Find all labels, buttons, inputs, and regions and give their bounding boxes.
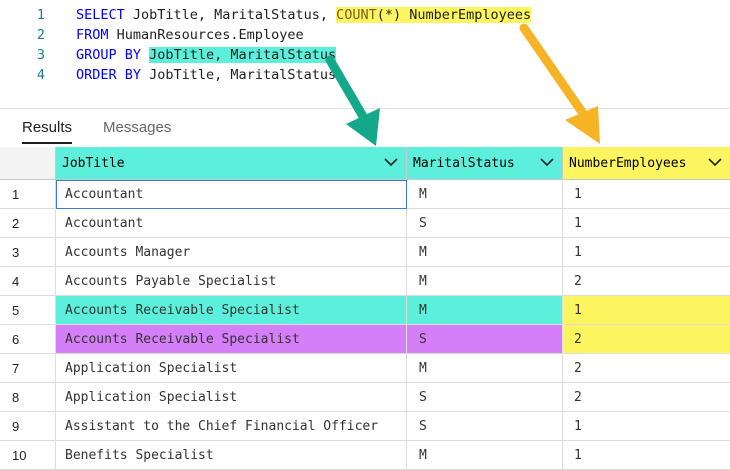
numberemployees-cell[interactable]: 2: [563, 354, 730, 383]
code-text: GROUP BY JobTitle, MaritalStatus: [76, 45, 337, 65]
row-number-cell: 10: [0, 441, 56, 470]
row-number-cell: 4: [0, 267, 56, 296]
code-token: JobTitle, MaritalStatus: [149, 47, 337, 63]
table-row[interactable]: 5 Accounts Receivable Specialist M 1: [0, 296, 730, 325]
maritalstatus-cell[interactable]: S: [407, 412, 563, 441]
jobtitle-cell[interactable]: Accounts Receivable Specialist: [56, 296, 407, 325]
jobtitle-cell[interactable]: Accountant: [56, 180, 407, 209]
code-token: (*) NumberEmployees: [376, 7, 532, 23]
table-row[interactable]: 2 Accountant S 1: [0, 209, 730, 238]
maritalstatus-cell[interactable]: S: [407, 383, 563, 412]
table-row[interactable]: 10 Benefits Specialist M 1: [0, 441, 730, 470]
numberemployees-cell[interactable]: 2: [563, 383, 730, 412]
row-number-cell: 5: [0, 296, 56, 325]
jobtitle-cell[interactable]: Application Specialist: [56, 354, 407, 383]
results-tabs: Results Messages: [0, 108, 730, 149]
code-text: SELECT JobTitle, MaritalStatus, COUNT(*)…: [76, 5, 532, 25]
jobtitle-cell[interactable]: Accounts Receivable Specialist: [56, 325, 407, 354]
jobtitle-cell[interactable]: Accountant: [56, 209, 407, 238]
row-number-cell: 8: [0, 383, 56, 412]
line-number: 1: [36, 7, 45, 23]
code-token: FROM: [76, 27, 117, 43]
table-row[interactable]: 9 Assistant to the Chief Financial Office…: [0, 412, 730, 441]
numberemployees-cell[interactable]: 1: [563, 412, 730, 441]
line-number: 4: [36, 67, 45, 83]
column-header-maritalstatus[interactable]: MaritalStatus: [407, 147, 563, 180]
column-header-label: NumberEmployees: [569, 156, 687, 171]
column-header-numberemployees[interactable]: NumberEmployees: [563, 147, 730, 180]
code-token: COUNT: [336, 7, 377, 23]
maritalstatus-cell[interactable]: M: [407, 441, 563, 470]
numberemployees-cell[interactable]: 1: [563, 209, 730, 238]
table-row[interactable]: 7 Application Specialist M 2: [0, 354, 730, 383]
row-number-cell: 1: [0, 180, 56, 209]
maritalstatus-cell[interactable]: M: [407, 296, 563, 325]
maritalstatus-cell[interactable]: M: [407, 267, 563, 296]
maritalstatus-cell[interactable]: M: [407, 180, 563, 209]
numberemployees-cell[interactable]: 1: [563, 238, 730, 267]
jobtitle-cell[interactable]: Accounts Payable Specialist: [56, 267, 407, 296]
code-text: FROM HumanResources.Employee: [76, 25, 304, 45]
numberemployees-cell[interactable]: 1: [563, 180, 730, 209]
code-token: JobTitle, MaritalStatus,: [132, 7, 337, 23]
code-token: ORDER BY: [76, 67, 150, 83]
column-header-label: MaritalStatus: [413, 156, 515, 171]
table-row[interactable]: 3 Accounts Manager M 1: [0, 238, 730, 267]
numberemployees-cell[interactable]: 1: [563, 441, 730, 470]
maritalstatus-cell[interactable]: S: [407, 209, 563, 238]
chevron-down-icon[interactable]: [540, 147, 554, 180]
maritalstatus-cell[interactable]: S: [407, 325, 563, 354]
row-number-cell: 6: [0, 325, 56, 354]
chevron-down-icon[interactable]: [384, 147, 398, 180]
row-number-cell: 7: [0, 354, 56, 383]
maritalstatus-cell[interactable]: M: [407, 354, 563, 383]
table-row[interactable]: 6 Accounts Receivable Specialist S 2: [0, 325, 730, 354]
code-token: SELECT: [76, 7, 133, 23]
code-token: JobTitle, MaritalStatus: [149, 67, 337, 83]
code-token: GROUP BY: [76, 47, 150, 63]
column-header-label: JobTitle: [62, 156, 125, 171]
table-row[interactable]: 8 Application Specialist S 2: [0, 383, 730, 412]
jobtitle-cell[interactable]: Application Specialist: [56, 383, 407, 412]
line-number: 3: [36, 47, 45, 63]
tab-results[interactable]: Results: [22, 119, 73, 144]
line-number: 2: [36, 27, 45, 43]
table-row[interactable]: 4 Accounts Payable Specialist M 2: [0, 267, 730, 296]
column-header-jobtitle[interactable]: JobTitle: [56, 147, 407, 180]
numberemployees-cell[interactable]: 2: [563, 267, 730, 296]
tab-messages[interactable]: Messages: [103, 119, 171, 136]
numberemployees-cell[interactable]: 1: [563, 296, 730, 325]
code-text: ORDER BY JobTitle, MaritalStatus: [76, 65, 336, 85]
code-token: HumanResources.Employee: [116, 27, 304, 43]
maritalstatus-cell[interactable]: M: [407, 238, 563, 267]
jobtitle-cell[interactable]: Accounts Manager: [56, 238, 407, 267]
table-row[interactable]: 1 Accountant M 1: [0, 180, 730, 209]
query-editor[interactable]: 1 SELECT JobTitle, MaritalStatus, COUNT(*…: [0, 0, 730, 104]
row-number-cell: 9: [0, 412, 56, 441]
numberemployees-cell[interactable]: 2: [563, 325, 730, 354]
chevron-down-icon[interactable]: [708, 147, 722, 180]
jobtitle-cell[interactable]: Assistant to the Chief Financial Officer: [56, 412, 407, 441]
jobtitle-cell[interactable]: Benefits Specialist: [56, 441, 407, 470]
row-number-cell: 3: [0, 238, 56, 267]
row-number-cell: 2: [0, 209, 56, 238]
row-number-header: [0, 147, 56, 180]
